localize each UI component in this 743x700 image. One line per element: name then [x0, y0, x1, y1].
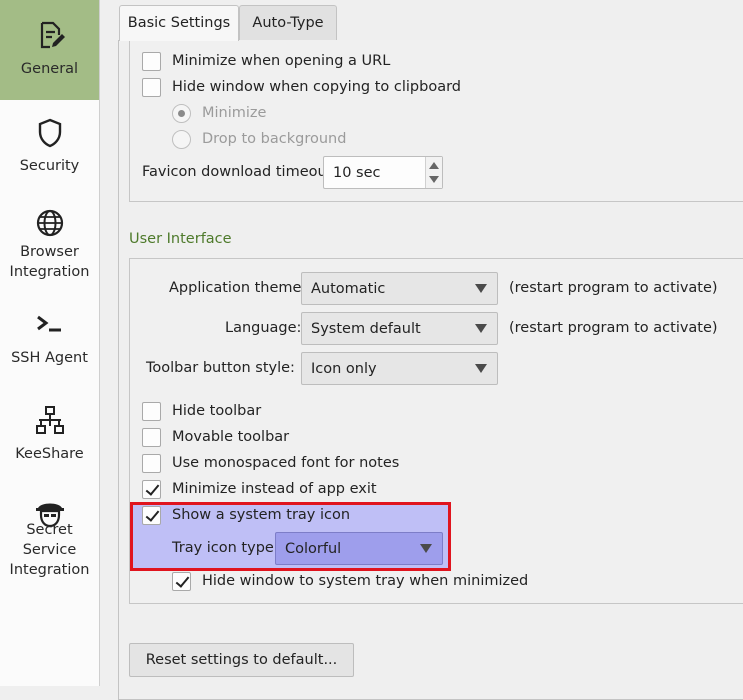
user-interface-heading: User Interface: [129, 231, 232, 247]
monospace-notes-label: Use monospaced font for notes: [172, 455, 400, 471]
document-edit-icon: [40, 21, 65, 49]
application-theme-select[interactable]: Automatic: [301, 272, 498, 305]
hide-on-clipboard-checkbox[interactable]: [142, 78, 161, 97]
spin-down-icon[interactable]: [429, 176, 439, 183]
sidebar-item-label: Security: [19, 158, 80, 174]
chevron-down-icon: [475, 284, 487, 293]
minimize-instead-of-exit-checkbox[interactable]: [142, 480, 161, 499]
toolbar-style-label: Toolbar button style:: [146, 360, 295, 376]
tray-icon-type-label: Tray icon type:: [172, 540, 279, 556]
minimize-on-url-checkbox[interactable]: [142, 52, 161, 71]
sidebar-item-browser-integration[interactable]: Browser Integration: [0, 196, 99, 296]
language-label: Language:: [225, 320, 302, 336]
reset-settings-button[interactable]: Reset settings to default...: [129, 643, 354, 677]
minimize-instead-of-exit-label: Minimize instead of app exit: [172, 481, 377, 497]
chevron-down-icon: [475, 324, 487, 333]
sidebar-item-label: SSH Agent: [11, 350, 88, 366]
network-share-icon: [36, 406, 64, 434]
movable-toolbar-label: Movable toolbar: [172, 429, 290, 445]
language-select[interactable]: System default: [301, 312, 498, 345]
hide-to-tray-label: Hide window to system tray when minimize…: [202, 573, 529, 589]
minimize-radio[interactable]: [172, 104, 191, 123]
sidebar-item-keeshare[interactable]: KeeShare: [0, 392, 99, 488]
globe-icon: [36, 209, 64, 237]
drop-to-background-label: Drop to background: [202, 131, 347, 147]
hide-to-tray-checkbox[interactable]: [172, 572, 191, 591]
sidebar-item-label: KeeShare: [15, 446, 84, 462]
spin-up-icon[interactable]: [429, 162, 439, 169]
monospace-notes-checkbox[interactable]: [142, 454, 161, 473]
system-tray-icon-label: Show a system tray icon: [172, 507, 351, 523]
spin-buttons[interactable]: [425, 157, 442, 188]
favicon-timeout-spinbox[interactable]: 10 sec: [323, 156, 443, 189]
sidebar-item-secret-service-integration[interactable]: Secret Service Integration: [0, 488, 99, 588]
sidebar-item-label: Secret Service Integration: [9, 522, 90, 578]
tab-auto-type[interactable]: Auto-Type: [239, 5, 337, 40]
minimize-on-url-label: Minimize when opening a URL: [172, 53, 391, 69]
tray-icon-type-value: Colorful: [285, 541, 342, 557]
toolbar-style-value: Icon only: [311, 361, 377, 377]
chevron-down-icon: [420, 544, 432, 553]
favicon-timeout-value: 10 sec: [333, 165, 381, 181]
application-theme-value: Automatic: [311, 281, 386, 297]
minimize-radio-label: Minimize: [202, 105, 267, 121]
favicon-timeout-label: Favicon download timeout:: [142, 164, 338, 180]
chevron-down-icon: [475, 364, 487, 373]
hide-on-clipboard-label: Hide window when copying to clipboard: [172, 79, 461, 95]
theme-restart-note: (restart program to activate): [509, 280, 718, 296]
system-tray-icon-checkbox[interactable]: [142, 506, 161, 525]
toolbar-style-select[interactable]: Icon only: [301, 352, 498, 385]
hide-toolbar-checkbox[interactable]: [142, 402, 161, 421]
sidebar-item-security[interactable]: Security: [0, 100, 99, 196]
sidebar-item-ssh-agent[interactable]: SSH Agent: [0, 296, 99, 392]
sidebar-item-label: Browser Integration: [9, 244, 90, 280]
movable-toolbar-checkbox[interactable]: [142, 428, 161, 447]
application-theme-label: Application theme:: [169, 280, 307, 296]
category-sidebar: General Security Browser Integration SSH…: [0, 0, 100, 686]
hide-toolbar-label: Hide toolbar: [172, 403, 262, 419]
tray-icon-type-select[interactable]: Colorful: [275, 532, 443, 565]
terminal-prompt-icon: [37, 315, 61, 332]
tab-basic-settings[interactable]: Basic Settings: [119, 5, 239, 41]
language-value: System default: [311, 321, 421, 337]
sidebar-item-label: General: [20, 61, 79, 77]
shield-icon: [38, 118, 62, 148]
language-restart-note: (restart program to activate): [509, 320, 718, 336]
drop-to-background-radio[interactable]: [172, 130, 191, 149]
sidebar-item-general[interactable]: General: [0, 0, 99, 100]
